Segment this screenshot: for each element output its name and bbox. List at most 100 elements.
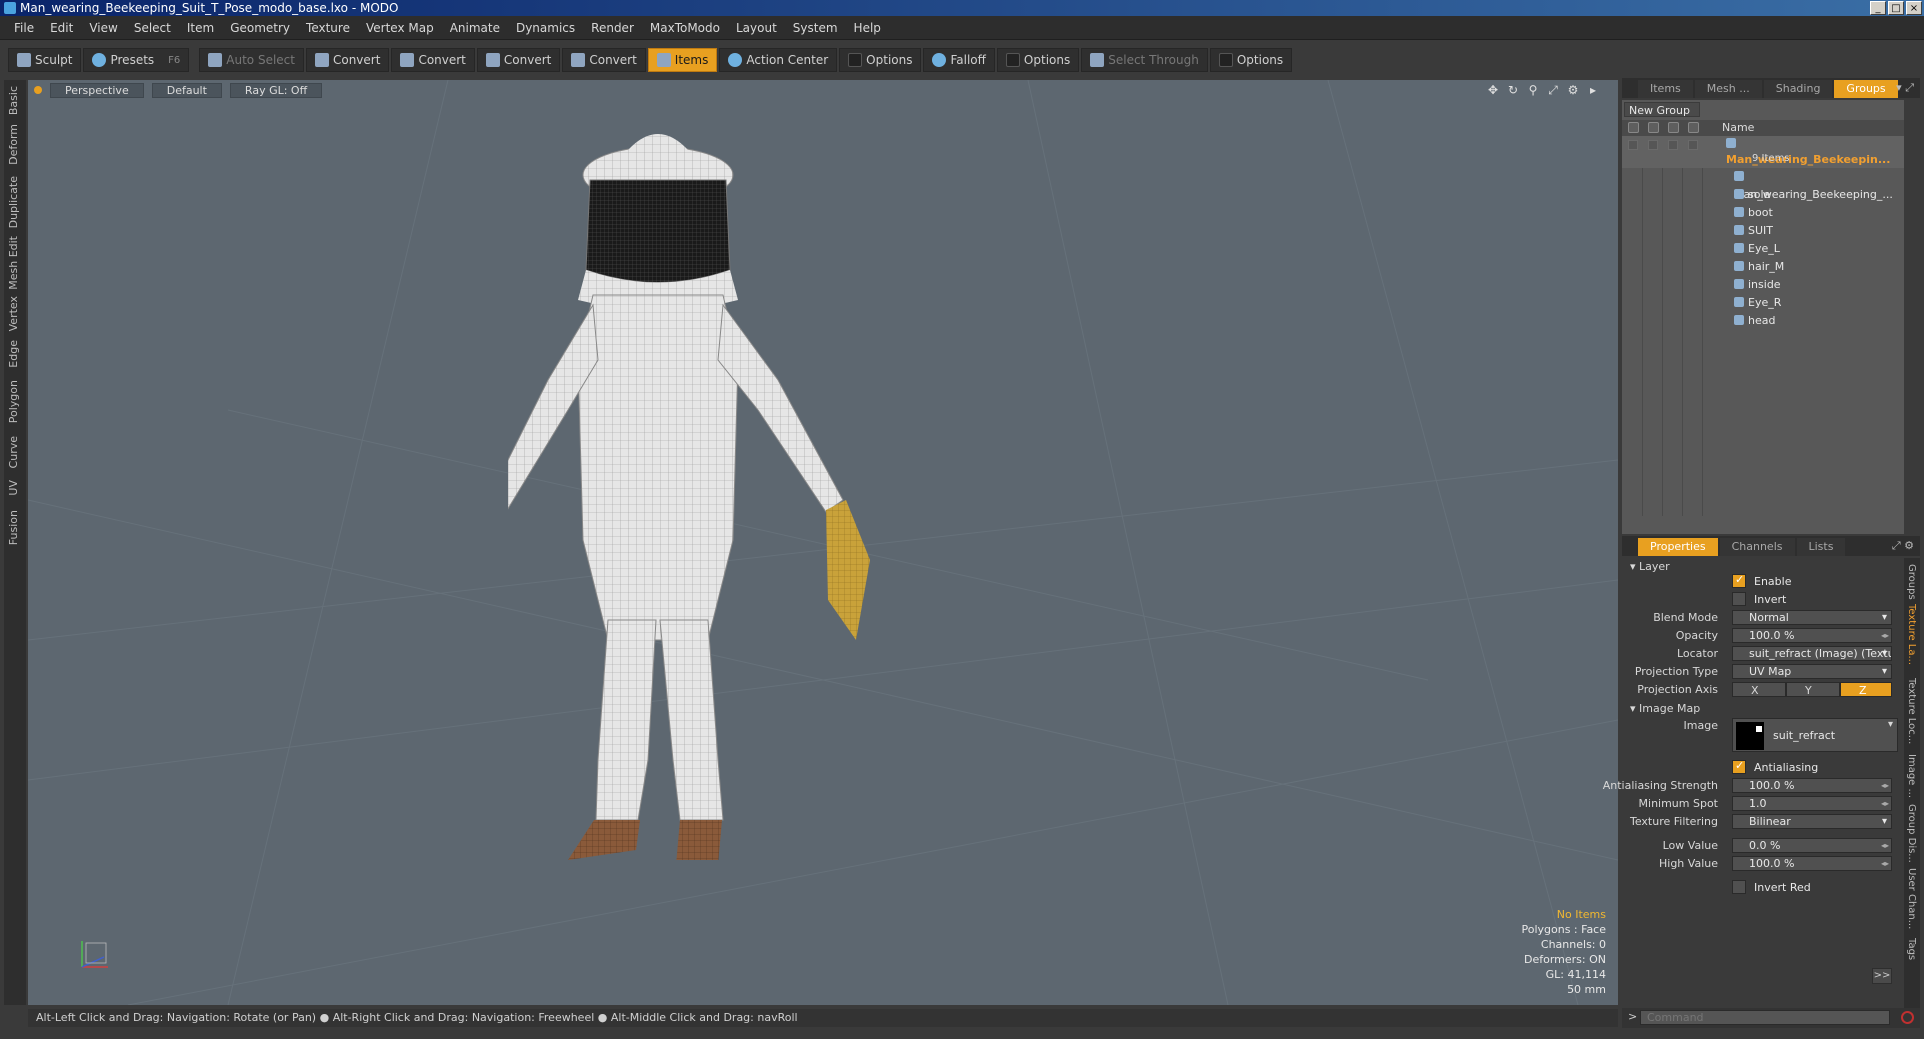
menu-edit[interactable]: Edit [42,21,81,35]
falloff-options-button[interactable]: Options [996,48,1080,72]
menu-texture[interactable]: Texture [298,21,358,35]
menu-animate[interactable]: Animate [442,21,508,35]
tab-lists[interactable]: Lists [1796,538,1846,556]
panel-expand-icon[interactable]: ⤢ ⚙ [1892,539,1914,553]
list-item[interactable]: boot [1622,204,1904,222]
fit-icon[interactable]: ⤢ [1546,84,1560,96]
menu-layout[interactable]: Layout [728,21,785,35]
vtab-image[interactable]: Image ... [1906,754,1917,798]
enable-checkbox[interactable] [1732,573,1746,588]
row-render-toggle[interactable] [1648,140,1658,150]
menu-vertex-map[interactable]: Vertex Map [358,21,442,35]
items-mode-button[interactable]: Items [647,48,718,72]
raygl-toggle[interactable]: Ray GL: Off [229,82,323,98]
menu-maxtomodo[interactable]: MaxToModo [642,21,728,35]
menu-file[interactable]: File [6,21,42,35]
menu-render[interactable]: Render [583,21,642,35]
tab-uv[interactable]: UV [7,480,23,496]
antialiasing-checkbox[interactable] [1732,759,1746,774]
tab-vertex[interactable]: Vertex [7,296,23,331]
tab-polygon[interactable]: Polygon [7,380,23,423]
command-input[interactable] [1640,1010,1890,1025]
texture-filtering-dropdown[interactable]: Bilinear [1732,814,1892,829]
list-item[interactable]: Eye_L [1622,240,1904,258]
row-visibility-toggle[interactable] [1628,140,1638,150]
record-macro-icon[interactable] [1901,1011,1914,1024]
vtab-groups[interactable]: Groups [1906,564,1917,600]
menu-dynamics[interactable]: Dynamics [508,21,583,35]
rotate-icon[interactable]: ↻ [1506,84,1520,96]
list-item[interactable]: inside [1622,276,1904,294]
layer-section-header[interactable]: ▾ Layer [1630,560,1670,573]
tab-edge[interactable]: Edge [7,340,23,368]
pan-icon[interactable]: ✥ [1486,84,1500,96]
list-item[interactable]: SUIT [1622,222,1904,240]
tab-groups[interactable]: Groups [1834,80,1898,98]
tab-fusion[interactable]: Fusion [7,510,23,545]
convert-vertices-button[interactable]: Convert [305,48,390,72]
select-through-button[interactable]: Select Through [1081,48,1208,72]
group-root-row[interactable]: Man_wearing_Beekeepin... 9 Items [1622,136,1904,168]
zoom-icon[interactable]: ⚲ [1526,84,1540,96]
convert-edges-button[interactable]: Convert [391,48,475,72]
settings-gear-icon[interactable]: ⚙ [1566,84,1580,96]
tab-items[interactable]: Items [1638,80,1693,98]
beekeeper-model[interactable] [508,120,1068,860]
action-center-options-button[interactable]: Options [839,48,922,72]
invert-red-checkbox[interactable] [1732,880,1746,894]
high-value-field[interactable]: 100.0 % [1732,856,1892,871]
invert-checkbox[interactable] [1732,592,1746,606]
visibility-eye-icon[interactable] [1628,122,1639,133]
tab-basic[interactable]: Basic [7,86,23,115]
vtab-texture-locator[interactable]: Texture Loc... [1906,678,1917,744]
list-item[interactable]: head [1622,312,1904,330]
vtab-group-display[interactable]: Group Dis... [1906,804,1917,863]
menu-geometry[interactable]: Geometry [222,21,298,35]
lock-icon[interactable] [1668,122,1679,133]
viewport-menu-dot[interactable] [34,86,42,94]
menu-view[interactable]: View [81,21,125,35]
tab-properties[interactable]: Properties [1638,538,1718,556]
falloff-button[interactable]: Falloff [923,48,995,72]
vtab-user-channels[interactable]: User Chan... [1906,868,1917,929]
axis-y-button[interactable]: Y [1786,682,1840,697]
list-item[interactable]: sole [1622,186,1904,204]
tab-mesh-edit[interactable]: Mesh Edit [7,236,23,290]
list-item[interactable]: Man_wearing_Beekeeping_... [1622,168,1904,201]
select-through-options-button[interactable]: Options [1209,48,1293,72]
image-map-section-header[interactable]: ▾ Image Map [1630,702,1700,715]
opacity-field[interactable]: 100.0 % [1732,628,1892,643]
new-group-button[interactable]: New Group [1624,102,1700,117]
shading-dropdown[interactable]: Default [151,82,222,98]
aa-strength-field[interactable]: 100.0 % [1732,778,1892,793]
tab-duplicate[interactable]: Duplicate [7,176,23,228]
blend-mode-dropdown[interactable]: Normal [1732,610,1892,625]
minimize-button[interactable]: _ [1870,1,1886,15]
image-selector[interactable]: suit_refract ▾ [1732,718,1898,752]
low-value-field[interactable]: 0.0 % [1732,838,1892,853]
convert-polygons-button[interactable]: Convert [476,48,561,72]
row-lock-toggle[interactable] [1668,140,1678,150]
action-center-button[interactable]: Action Center [719,48,838,72]
select-icon[interactable] [1688,122,1699,133]
3d-viewport[interactable]: Perspective Default Ray GL: Off ✥ ↻ ⚲ ⤢ … [28,80,1618,1005]
row-select-toggle[interactable] [1688,140,1698,150]
tab-curve[interactable]: Curve [7,436,23,468]
menu-item[interactable]: Item [179,21,222,35]
list-item[interactable]: Eye_R [1622,294,1904,312]
locator-dropdown[interactable]: suit_refract (Image) (Texture) [1732,646,1892,661]
expand-arrow-icon[interactable]: ▸ [1586,84,1600,96]
auto-select-button[interactable]: Auto Select [199,48,304,72]
render-icon[interactable] [1648,122,1659,133]
vtab-tags[interactable]: Tags [1906,938,1917,960]
convert-materials-button[interactable]: Convert [562,48,646,72]
presets-button[interactable]: Presets F6 [83,48,190,72]
minimum-spot-field[interactable]: 1.0 [1732,796,1892,811]
close-button[interactable]: × [1906,1,1922,15]
perspective-dropdown[interactable]: Perspective [50,82,144,98]
menu-help[interactable]: Help [846,21,889,35]
tab-mesh[interactable]: Mesh ... [1694,80,1762,98]
sculpt-button[interactable]: Sculpt [8,48,82,72]
tab-deform[interactable]: Deform [7,124,23,165]
axis-z-button[interactable]: Z [1840,682,1892,697]
